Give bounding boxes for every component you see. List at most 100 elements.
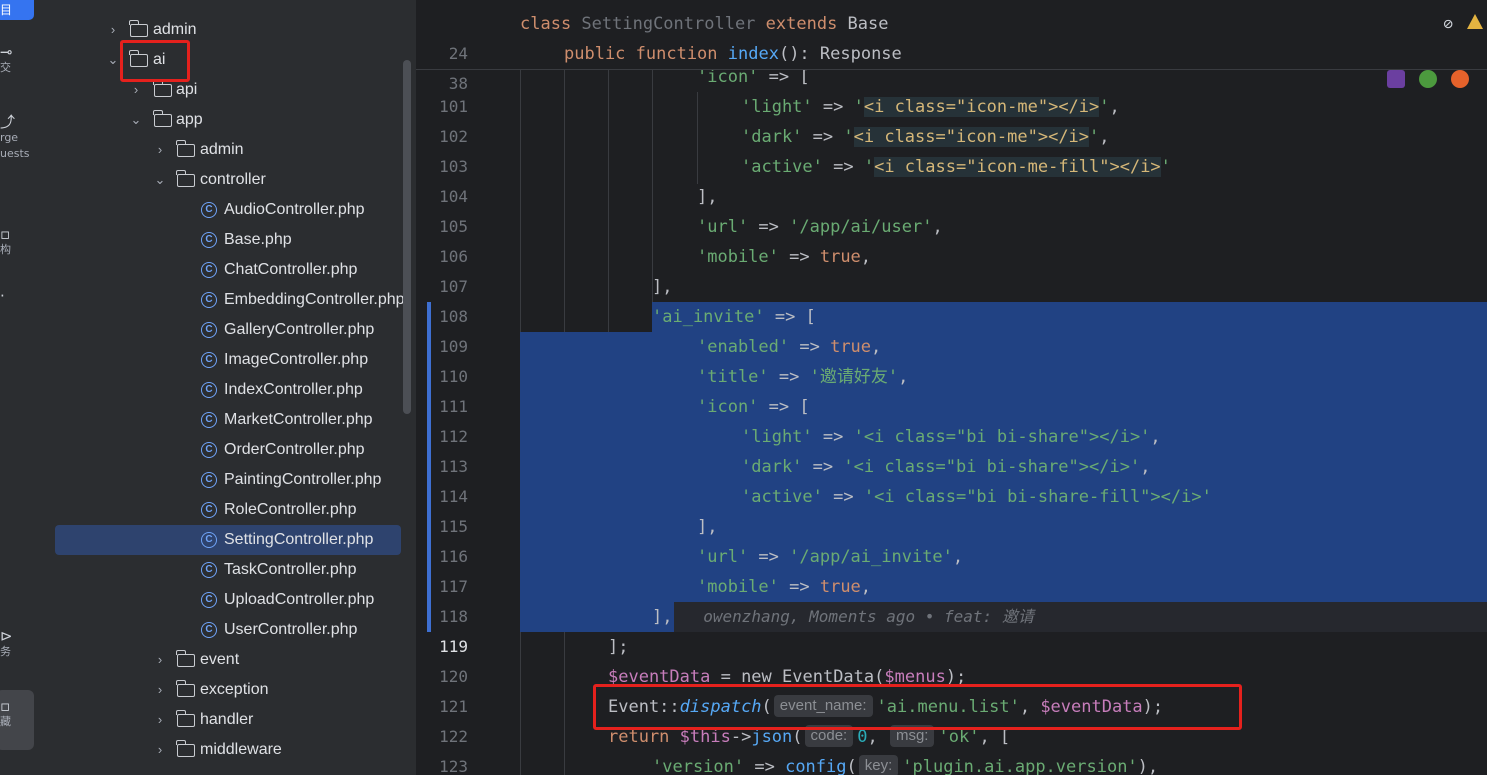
tree-row[interactable]: C MarketController.php [40, 405, 416, 435]
code-token: , [1099, 127, 1110, 147]
warning-icon[interactable] [1467, 14, 1483, 29]
more-tools-button[interactable]: · [0, 288, 40, 304]
tree-row[interactable]: C TaskController.php [40, 555, 416, 585]
code-line[interactable]: 102 'light' => '<i class="icon-me"></i>'… [416, 92, 1487, 146]
chevron-down-icon[interactable]: ⌄ [153, 165, 167, 195]
code-line[interactable]: 114 'dark' => '<i class="bi bi-share"></… [416, 452, 1487, 506]
code-token: ]; [608, 637, 629, 657]
code-token: '/app/ai/user' [789, 217, 933, 237]
code-token: true [819, 247, 861, 267]
tree-row[interactable]: C ChatController.php [40, 255, 416, 285]
tree-row[interactable]: C GalleryController.php [40, 315, 416, 345]
code-line[interactable]: 117 'url' => '/app/ai_invite', [416, 542, 1487, 596]
commit-tool-button[interactable]: ⊸ 交 [0, 44, 40, 76]
firefox-icon[interactable] [1451, 70, 1469, 88]
code-token: , [1109, 97, 1120, 117]
tree-row[interactable]: C UserController.php [40, 615, 416, 645]
code-line[interactable]: 111 'title' => '邀请好友', [416, 362, 1487, 416]
tree-label: ChatController.php [224, 261, 358, 278]
code-line[interactable]: 109 'ai_invite' => [ [416, 302, 1487, 356]
structure-icon: ▫ [0, 225, 11, 243]
tree-row[interactable]: ⌄ app [40, 105, 416, 135]
tree-row[interactable]: C Base.php [40, 225, 416, 255]
tree-label: exception [200, 681, 269, 698]
tree-row[interactable]: › admin [40, 15, 416, 45]
merge-requests-tool-button[interactable]: ⤴ rge uests [0, 114, 40, 162]
folder-icon [176, 170, 195, 187]
tree-row[interactable]: › handler [40, 705, 416, 735]
tree-label: Base.php [224, 231, 292, 248]
chevron-down-icon[interactable]: ⌄ [129, 105, 143, 135]
code-line[interactable]: 113 'light' => '<i class="bi bi-share"><… [416, 422, 1487, 476]
tree-row[interactable]: C PaintingController.php [40, 465, 416, 495]
tree-row[interactable]: C EmbeddingController.php [40, 285, 416, 315]
git-blame-annotation[interactable]: owenzhang, Moments ago • feat: 邀请 [703, 607, 1034, 626]
code-line[interactable]: 115 'active' => '<i class="bi bi-share-f… [416, 482, 1487, 536]
tree-row[interactable]: ⌄ ai [40, 45, 416, 75]
code-line[interactable]: 103 'dark' => '<i class="icon-me"></i>', [416, 122, 1487, 176]
code-token: 'mobile' [697, 577, 779, 597]
code-line[interactable]: 108 ], [416, 272, 1487, 326]
tree-row[interactable]: › admin [40, 135, 416, 165]
code-line[interactable]: 110 'enabled' => true, [416, 332, 1487, 386]
code-line[interactable]: 112 'icon' => [ [416, 392, 1487, 446]
bookmarks-tool-button[interactable]: ▫ 藏 [0, 698, 40, 730]
chevron-right-icon[interactable]: › [153, 705, 167, 735]
code-editor[interactable]: 24 class SettingController extends Base … [416, 0, 1487, 775]
tree-row[interactable]: › api [40, 75, 416, 105]
folder-icon [176, 710, 195, 727]
code-line[interactable]: 118 'mobile' => true, [416, 572, 1487, 626]
folder-icon [176, 650, 195, 667]
chevron-right-icon[interactable]: › [153, 675, 167, 705]
code-token: => [822, 487, 864, 507]
project-tool-label: 目 [0, 3, 13, 17]
chevron-right-icon[interactable]: › [153, 135, 167, 165]
code-token: 'icon' [697, 67, 759, 87]
tree-row[interactable]: C OrderController.php [40, 435, 416, 465]
services-tool-button[interactable]: ⊳ 务 [0, 628, 40, 660]
tree-row[interactable]: C IndexController.php [40, 375, 416, 405]
code-line[interactable]: 105 ], [416, 182, 1487, 236]
tree-scrollbar[interactable] [403, 60, 411, 414]
chevron-right-icon[interactable]: › [106, 15, 120, 45]
tree-row-selected[interactable]: C SettingController.php [40, 525, 416, 555]
reader-mode-icon[interactable]: ⊘ [1443, 14, 1453, 33]
tree-row[interactable]: C UploadController.php [40, 585, 416, 615]
code-token: , [952, 547, 964, 567]
sticky-line[interactable]: 38 public function index(): Response [416, 39, 1487, 93]
sticky-line[interactable]: 24 class SettingController extends Base [416, 9, 1487, 63]
code-token: 'mobile' [697, 247, 779, 267]
code-line[interactable]: 104 'active' => '<i class="icon-me-fill"… [416, 152, 1487, 206]
tree-label: UserController.php [224, 621, 358, 638]
phpstorm-icon[interactable] [1387, 70, 1405, 88]
code-line[interactable]: 116 ], [416, 512, 1487, 566]
tree-row[interactable]: ⌄ controller [40, 165, 416, 195]
sticky-scroll-header[interactable]: 24 class SettingController extends Base … [416, 0, 1487, 93]
tree-row[interactable]: › event [40, 645, 416, 675]
annotation-box-dispatch [593, 684, 1242, 730]
code-line[interactable]: 124 'version' => config(key:'plugin.ai.a… [416, 752, 1487, 775]
code-line-current[interactable]: 119 ], owenzhang, Moments ago • feat: 邀请 [416, 602, 1487, 656]
structure-tool-label: 构 [0, 243, 11, 256]
commit-tool-label: 交 [0, 61, 11, 74]
chevron-right-icon[interactable]: › [153, 735, 167, 765]
tree-label: GalleryController.php [224, 321, 375, 338]
tree-row[interactable]: C ImageController.php [40, 345, 416, 375]
code-line[interactable]: 107 'mobile' => true, [416, 242, 1487, 296]
project-tool-button[interactable]: 目 [0, 0, 34, 20]
tree-row[interactable]: › exception [40, 675, 416, 705]
chrome-icon[interactable] [1419, 70, 1437, 88]
merge-icon: ⤴ [0, 113, 16, 131]
code-token: , [871, 337, 882, 357]
chevron-down-icon[interactable]: ⌄ [106, 45, 120, 75]
chevron-right-icon[interactable]: › [153, 645, 167, 675]
code-line[interactable]: 120 ]; [416, 632, 1487, 686]
code-token: => [778, 247, 820, 267]
code-line[interactable]: 106 'url' => '/app/ai/user', [416, 212, 1487, 266]
code-token: class [520, 14, 582, 34]
tree-row[interactable]: C AudioController.php [40, 195, 416, 225]
tree-row[interactable]: › middleware [40, 735, 416, 765]
structure-tool-button[interactable]: ▫ 构 [0, 226, 40, 258]
tree-row[interactable]: C RoleController.php [40, 495, 416, 525]
folder-icon [176, 740, 195, 757]
